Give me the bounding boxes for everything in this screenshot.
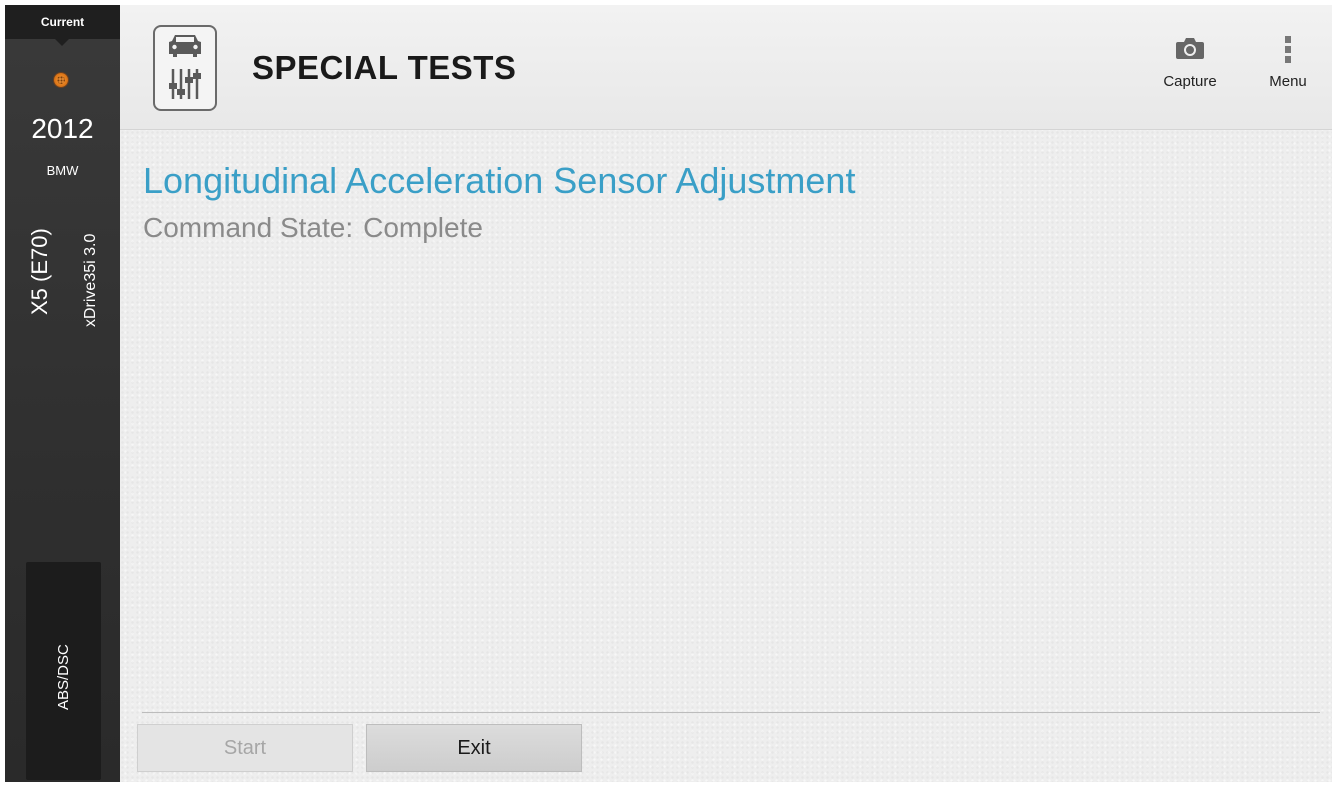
capture-button[interactable]: Capture [1150, 35, 1230, 90]
vehicle-sidebar: Current 2012 BMW X5 (E70) xDrive35i 3.0 … [5, 5, 120, 782]
camera-icon [1150, 35, 1230, 63]
vehicle-make: BMW [46, 163, 79, 178]
footer-divider [142, 712, 1320, 713]
menu-button[interactable]: Menu [1253, 35, 1323, 90]
obd-connector-icon [54, 73, 68, 87]
special-tests-icon [153, 25, 217, 111]
command-state: Command State: Complete [143, 212, 483, 244]
capture-label: Capture [1163, 73, 1217, 90]
vehicle-year: 2012 [31, 113, 94, 144]
vehicle-model: X5 (E70) [27, 228, 52, 315]
current-notch [55, 39, 69, 46]
main-content: Longitudinal Acceleration Sensor Adjustm… [120, 130, 1332, 782]
command-state-value: Complete [363, 212, 483, 243]
current-label: Current [40, 15, 85, 29]
vehicle-trim: xDrive35i 3.0 [82, 233, 99, 327]
page-title: SPECIAL TESTS [252, 49, 517, 86]
start-button[interactable]: Start [137, 724, 353, 772]
command-state-label: Command State: [143, 212, 354, 243]
menu-label: Menu [1269, 73, 1307, 90]
test-title: Longitudinal Acceleration Sensor Adjustm… [143, 160, 856, 201]
current-tab[interactable]: Current [5, 5, 120, 39]
kebab-menu-icon [1253, 35, 1323, 63]
header-bar: SPECIAL TESTS Capture Menu [120, 5, 1332, 130]
module-label: ABS/DSC [55, 644, 72, 710]
exit-button[interactable]: Exit [366, 724, 582, 772]
app-frame: Current 2012 BMW X5 (E70) xDrive35i 3.0 … [5, 5, 1332, 782]
